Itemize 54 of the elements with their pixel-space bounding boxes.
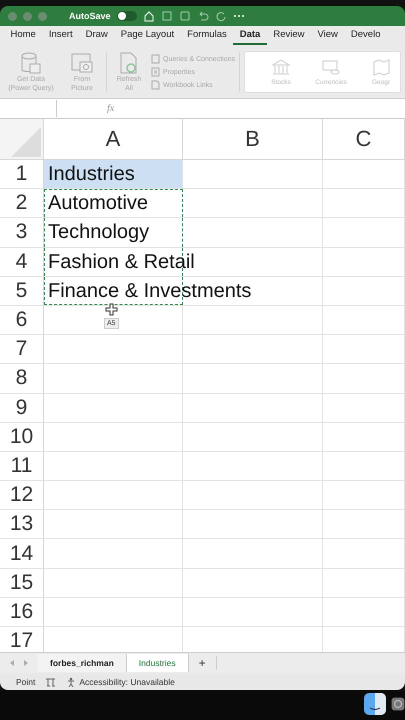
save-as-icon[interactable] bbox=[178, 10, 191, 22]
home-icon[interactable] bbox=[142, 10, 155, 22]
document-icon bbox=[151, 80, 160, 90]
row-header[interactable]: 6 bbox=[0, 306, 44, 334]
add-sheet-button[interactable]: + bbox=[188, 656, 217, 670]
mode-label: Point bbox=[16, 676, 36, 686]
ribbon-tab[interactable]: Page Layout bbox=[114, 27, 181, 45]
row-header[interactable]: 12 bbox=[0, 481, 44, 510]
accessibility-icon[interactable] bbox=[66, 676, 76, 686]
column-header[interactable]: B bbox=[183, 119, 323, 159]
row-header[interactable]: 10 bbox=[0, 422, 44, 451]
ribbon-tab[interactable]: Formulas bbox=[180, 27, 234, 45]
save-icon[interactable] bbox=[160, 10, 173, 22]
row-header[interactable]: 7 bbox=[0, 335, 44, 364]
map-icon bbox=[370, 58, 391, 76]
list-icon bbox=[151, 67, 160, 77]
column-header[interactable]: C bbox=[323, 119, 405, 159]
cell-text: Industries bbox=[48, 163, 135, 186]
ribbon-tab[interactable]: View bbox=[310, 27, 344, 45]
ribbon-tab[interactable]: Review bbox=[266, 27, 311, 45]
row-header[interactable]: 3 bbox=[0, 218, 44, 247]
ribbon-tab[interactable]: Draw bbox=[79, 27, 114, 45]
accessibility-status[interactable]: Accessibility: Unavailable bbox=[79, 676, 175, 686]
cell-text: Fashion & Retail bbox=[48, 250, 195, 274]
panel-icon bbox=[151, 54, 160, 64]
redo-icon[interactable] bbox=[214, 10, 227, 22]
row-header[interactable]: 15 bbox=[0, 568, 44, 597]
autosave-label: AutoSave bbox=[69, 11, 111, 21]
cell-text: Technology bbox=[48, 221, 150, 244]
autosave-toggle[interactable] bbox=[116, 11, 137, 21]
row-header[interactable]: 11 bbox=[0, 452, 44, 480]
row-header[interactable]: 14 bbox=[0, 539, 44, 568]
cell-text: Finance & Investments bbox=[48, 280, 252, 303]
column-header[interactable]: A bbox=[44, 119, 183, 159]
row-header[interactable]: 16 bbox=[0, 598, 44, 626]
ribbon-tab[interactable]: Home bbox=[4, 27, 42, 45]
ribbon-tab[interactable]: Develo bbox=[344, 27, 387, 45]
undo-icon[interactable] bbox=[196, 10, 209, 22]
finder-icon[interactable] bbox=[363, 692, 387, 716]
macro-icon[interactable] bbox=[45, 676, 56, 686]
row-header[interactable]: 9 bbox=[0, 394, 44, 422]
sheet-tab[interactable]: forbes_richman bbox=[38, 654, 127, 672]
row-header[interactable]: 8 bbox=[0, 364, 44, 392]
cursor-icon bbox=[105, 303, 118, 316]
picture-icon bbox=[69, 51, 95, 75]
sheet-tab[interactable]: Industries bbox=[126, 654, 189, 672]
money-icon bbox=[320, 58, 341, 76]
ribbon-tab[interactable]: Insert bbox=[42, 27, 80, 45]
row-header[interactable]: 4 bbox=[0, 248, 44, 276]
cell-text: Automotive bbox=[48, 192, 148, 216]
row-header[interactable]: 2 bbox=[0, 189, 44, 218]
bank-icon bbox=[270, 58, 291, 76]
row-header[interactable]: 13 bbox=[0, 510, 44, 538]
row-header[interactable]: 5 bbox=[0, 276, 44, 305]
